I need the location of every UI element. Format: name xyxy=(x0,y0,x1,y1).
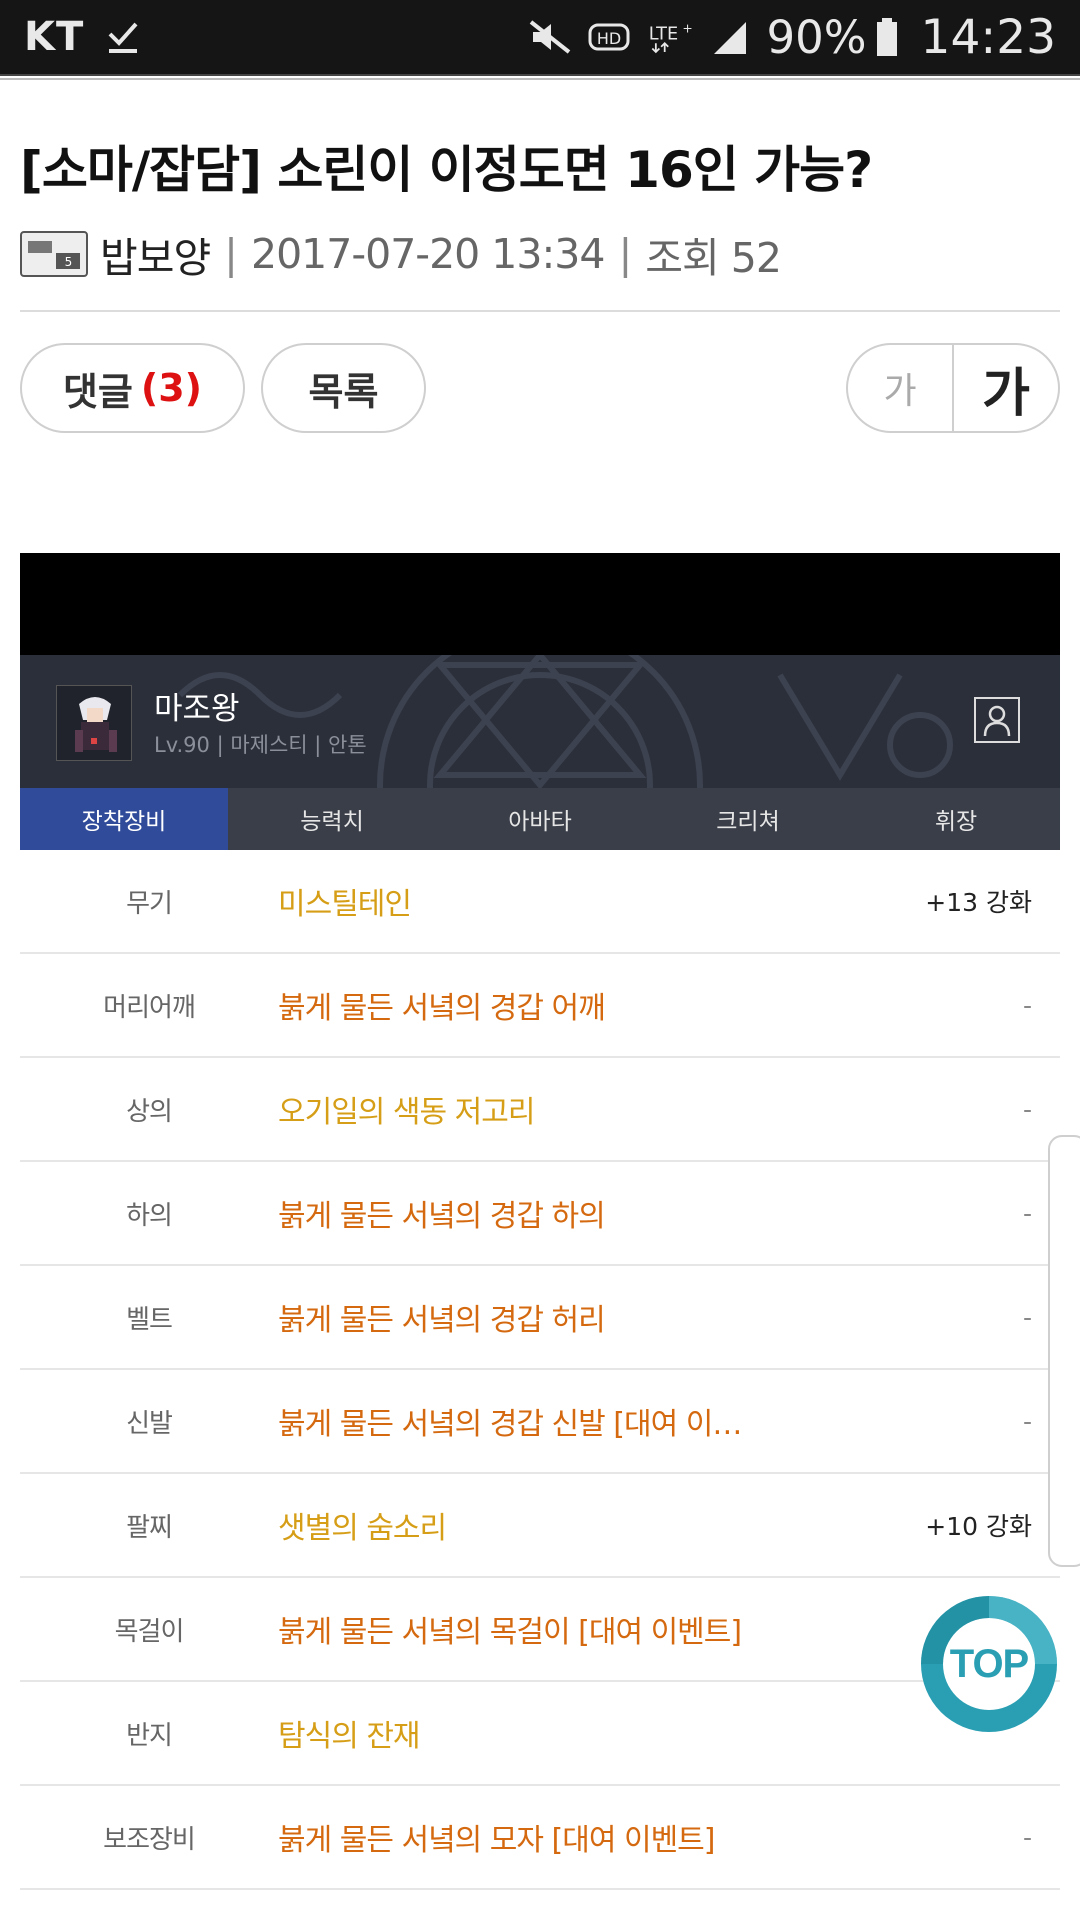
table-row[interactable]: 머리어깨 붉게 물든 서녘의 경갑 어깨 - xyxy=(20,954,1060,1058)
side-scroll-handle[interactable] xyxy=(1048,1135,1080,1567)
enhance-value: +10 강화 xyxy=(925,1512,1032,1541)
scroll-to-top-button[interactable]: TOP xyxy=(919,1594,1059,1734)
slot-label: 신발 xyxy=(126,1408,173,1439)
table-row[interactable]: 벨트 붉게 물든 서녘의 경갑 허리 - xyxy=(20,1266,1060,1370)
character-info: Lv.90 | 마제스티 | 안톤 xyxy=(154,733,367,757)
signal-icon xyxy=(713,22,746,54)
article-title: [소마/잡담] 소린이 이정도면 16인 가능? xyxy=(20,141,873,199)
font-small-button[interactable]: 가 xyxy=(848,345,954,431)
divider xyxy=(20,310,1060,312)
enhance-value: - xyxy=(1022,1302,1032,1332)
character-tabs: 장착장비 능력치 아바타 크리쳐 휘장 xyxy=(20,788,1060,850)
enhance-value: - xyxy=(1022,1406,1032,1436)
tab-stats[interactable]: 능력치 xyxy=(228,788,436,850)
carrier-label: KT xyxy=(24,14,85,60)
card-black-header xyxy=(20,553,1060,655)
character-banner: 마조왕 Lv.90 | 마제스티 | 안톤 xyxy=(20,655,1060,788)
battery-percent: 90% xyxy=(766,10,867,64)
slot-label: 목걸이 xyxy=(114,1616,185,1647)
character-avatar xyxy=(56,685,132,761)
top-rule xyxy=(0,74,1080,80)
top-button-label: TOP xyxy=(949,1641,1030,1686)
font-size-toggle: 가 가 xyxy=(846,343,1060,433)
enhance-value: - xyxy=(1022,1094,1032,1124)
table-row[interactable]: 상의 오기일의 색동 저고리 - xyxy=(20,1058,1060,1162)
table-row[interactable]: 보조장비 붉게 물든 서녘의 모자 [대여 이벤트] - xyxy=(20,1786,1060,1890)
font-large-button[interactable]: 가 xyxy=(954,345,1058,431)
battery-icon xyxy=(876,18,897,56)
slot-label: 머리어깨 xyxy=(103,992,196,1023)
profile-icon xyxy=(983,705,1011,737)
enhance-value: +13 강화 xyxy=(925,888,1032,917)
article-meta: 5 밥보양 | 2017-07-20 13:34 | 조회 52 xyxy=(20,228,782,282)
svg-text:+: + xyxy=(682,22,692,36)
enhance-value: - xyxy=(1022,1198,1032,1228)
table-row[interactable]: 반지 탐식의 잔재 xyxy=(20,1682,1060,1786)
list-button[interactable]: 목록 xyxy=(261,343,426,433)
tab-creature[interactable]: 크리쳐 xyxy=(644,788,852,850)
svg-text:LTE: LTE xyxy=(648,25,677,45)
item-name[interactable]: 샛별의 숨소리 xyxy=(278,1503,880,1547)
item-name[interactable]: 미스틸테인 xyxy=(278,879,880,923)
equipment-table: 무기 미스틸테인 +13 강화 머리어깨 붉게 물든 서녘의 경갑 어깨 - 상… xyxy=(20,850,1060,1890)
svg-text:HD: HD xyxy=(596,29,620,48)
enhance-value: - xyxy=(1022,1822,1032,1852)
hd-icon: HD xyxy=(588,23,630,51)
author-name[interactable]: 밥보양 xyxy=(100,224,211,284)
slot-label: 하의 xyxy=(126,1200,173,1231)
item-name[interactable]: 붉게 물든 서녘의 경갑 허리 xyxy=(278,1295,880,1339)
slot-label: 무기 xyxy=(126,888,173,919)
clock: 14:23 xyxy=(920,9,1056,65)
slot-label: 반지 xyxy=(126,1720,173,1751)
status-bar: KT HD LTE + 90% 14:23 xyxy=(0,0,1080,74)
table-row[interactable]: 신발 붉게 물든 서녘의 경갑 신발 [대여 이… - xyxy=(20,1370,1060,1474)
tab-emblem[interactable]: 휘장 xyxy=(852,788,1060,850)
item-name[interactable]: 붉게 물든 서녘의 모자 [대여 이벤트] xyxy=(278,1815,880,1859)
item-name[interactable]: 붉게 물든 서녘의 목걸이 [대여 이벤트] xyxy=(278,1607,880,1651)
item-name[interactable]: 붉게 물든 서녘의 경갑 신발 [대여 이… xyxy=(278,1399,880,1443)
list-label: 목록 xyxy=(308,369,379,414)
mute-icon xyxy=(529,20,570,54)
character-name: 마조왕 xyxy=(154,691,240,727)
table-row[interactable]: 무기 미스틸테인 +13 강화 xyxy=(20,850,1060,954)
item-name[interactable]: 붉게 물든 서녘의 경갑 하의 xyxy=(278,1191,880,1235)
tab-equipment[interactable]: 장착장비 xyxy=(20,788,228,850)
slot-label: 보조장비 xyxy=(103,1824,196,1855)
user-level-badge-icon: 5 xyxy=(20,231,88,277)
slot-label: 팔찌 xyxy=(126,1512,173,1543)
character-sprite-icon xyxy=(57,686,131,760)
item-name[interactable]: 오기일의 색동 저고리 xyxy=(278,1087,880,1131)
enhance-value: - xyxy=(1022,990,1032,1020)
comments-label: 댓글 xyxy=(62,369,133,414)
table-row[interactable]: 하의 붉게 물든 서녘의 경갑 하의 - xyxy=(20,1162,1060,1266)
slot-label: 벨트 xyxy=(126,1304,173,1335)
lte-icon: LTE + xyxy=(648,22,692,54)
item-name[interactable]: 붉게 물든 서녘의 경갑 어깨 xyxy=(278,983,880,1027)
comments-count: (3) xyxy=(140,366,203,410)
comments-button[interactable]: 댓글 (3) xyxy=(20,343,245,433)
table-row[interactable]: 팔찌 샛별의 숨소리 +10 강화 xyxy=(20,1474,1060,1578)
meta-separator: | xyxy=(618,230,632,278)
view-count: 조회 52 xyxy=(645,234,782,282)
meta-separator: | xyxy=(224,230,238,278)
profile-button[interactable] xyxy=(974,697,1020,743)
slot-label: 상의 xyxy=(126,1096,173,1127)
svg-text:5: 5 xyxy=(65,255,72,269)
item-name[interactable]: 탐식의 잔재 xyxy=(278,1711,880,1755)
tab-avatar[interactable]: 아바타 xyxy=(436,788,644,850)
download-check-icon xyxy=(108,22,138,53)
table-row[interactable]: 목걸이 붉게 물든 서녘의 목걸이 [대여 이벤트] xyxy=(20,1578,1060,1682)
post-date: 2017-07-20 13:34 xyxy=(251,230,605,278)
